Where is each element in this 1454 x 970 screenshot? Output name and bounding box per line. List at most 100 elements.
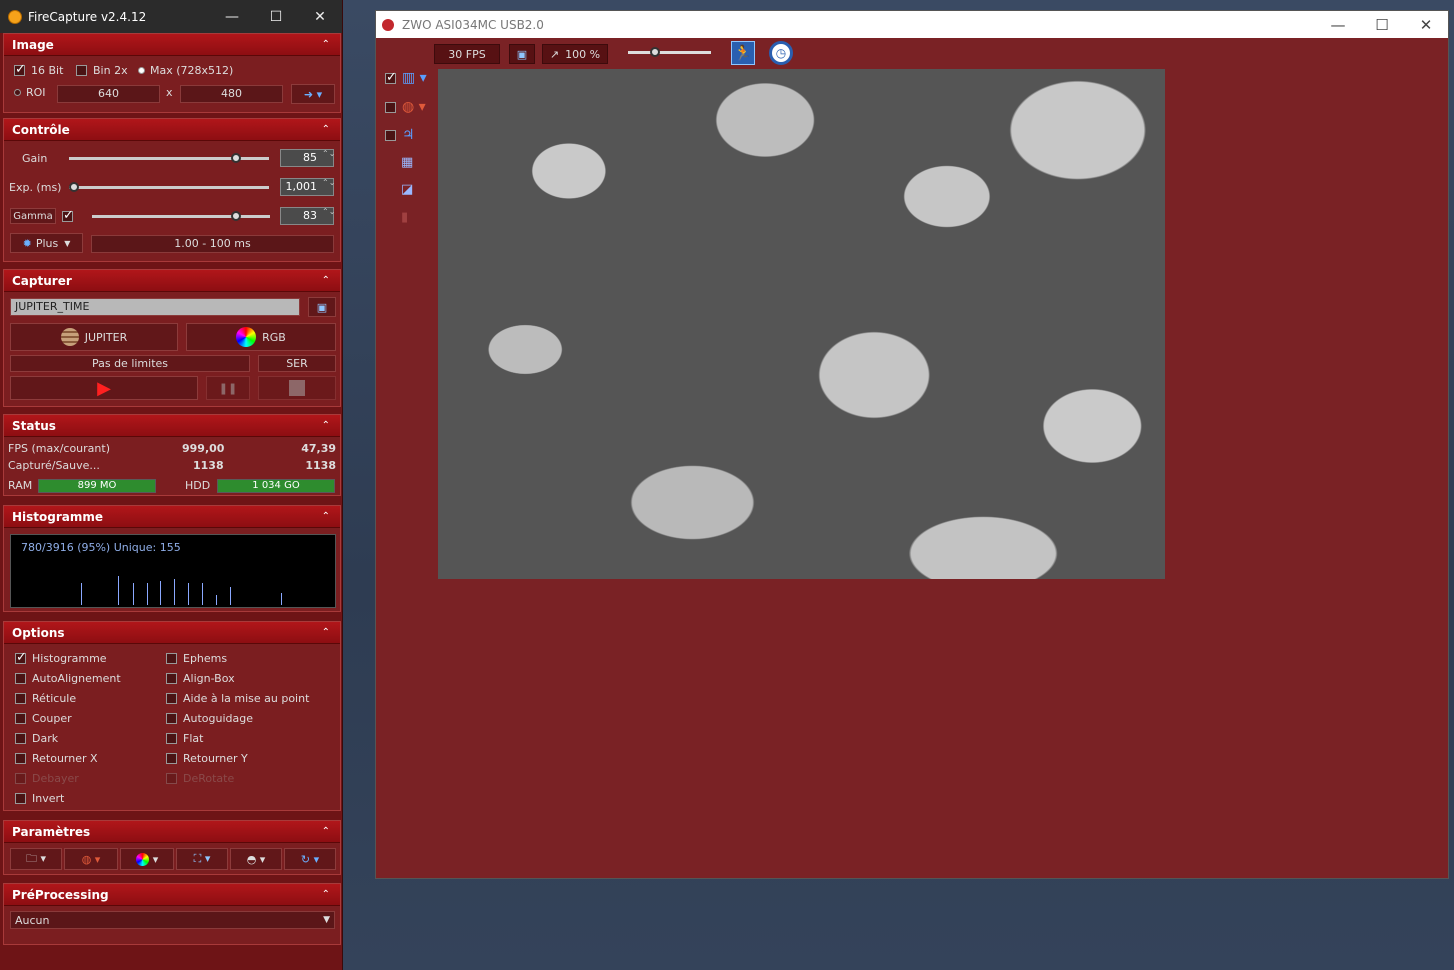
color-mode-button[interactable]: RGB (186, 323, 336, 351)
option-checkbox[interactable] (15, 733, 26, 744)
option-checkbox[interactable] (15, 753, 26, 764)
control-section-header[interactable]: Contrôle ⌃ (4, 119, 340, 141)
calculator-icon[interactable]: ▦ (401, 155, 413, 170)
option-checkbox[interactable] (166, 653, 177, 664)
close-button[interactable]: ✕ (1404, 16, 1448, 34)
option-checkbox[interactable] (166, 773, 177, 784)
plus-button[interactable]: ✹ Plus ▼ (10, 233, 83, 253)
gamma-checkbox[interactable] (62, 208, 74, 223)
option-flat[interactable]: Flat (166, 732, 203, 745)
option-couper[interactable]: Couper (15, 712, 72, 725)
planet-overlay-checkbox[interactable] (385, 101, 396, 113)
stop-button[interactable] (258, 376, 336, 400)
camera-button[interactable]: ▣ (308, 297, 336, 317)
exposure-input[interactable]: 1,001 (280, 178, 334, 196)
option-checkbox[interactable] (166, 693, 177, 704)
roi-radio[interactable] (14, 89, 21, 96)
limit-button[interactable]: Pas de limites (10, 355, 250, 372)
trash-icon[interactable]: ▮ (401, 210, 408, 225)
option-aide-la-mise-au-point[interactable]: Aide à la mise au point (166, 692, 309, 705)
fps-limit-button[interactable]: 30 FPS (434, 44, 500, 64)
option-histogramme[interactable]: Histogramme (15, 650, 107, 665)
collapse-icon[interactable]: ⌃ (322, 275, 330, 286)
pause-button[interactable]: ❚❚ (206, 376, 250, 400)
jupiter-symbol-icon[interactable]: ♃ (402, 127, 415, 143)
gain-slider-knob[interactable] (230, 153, 241, 163)
zoom-slider[interactable] (628, 47, 711, 57)
collapse-icon[interactable]: ⌃ (322, 124, 330, 135)
option-checkbox[interactable] (15, 673, 26, 684)
settings-profile-button[interactable]: 🗀 ▾ (10, 848, 62, 870)
option-checkbox[interactable] (166, 753, 177, 764)
collapse-icon[interactable]: ⌃ (322, 627, 330, 638)
option-checkbox[interactable] (15, 793, 26, 804)
histogram-overlay-checkbox[interactable] (385, 70, 397, 85)
option-align-box[interactable]: Align-Box (166, 672, 235, 685)
option-dark[interactable]: Dark (15, 732, 58, 745)
option-checkbox[interactable] (166, 713, 177, 724)
exposure-slider-knob[interactable] (69, 182, 79, 192)
option-retourner-x[interactable]: Retourner X (15, 752, 98, 765)
maximize-button[interactable]: ☐ (254, 9, 298, 25)
camera-preview-image[interactable] (438, 69, 1165, 579)
histogram-icon[interactable]: ▥ ▾ (402, 70, 427, 86)
gamma-input[interactable]: 83 (280, 207, 334, 225)
jupiter-overlay-checkbox[interactable] (385, 129, 396, 141)
display-button[interactable]: ▣ (509, 44, 535, 64)
option-r-ticule[interactable]: Réticule (15, 692, 76, 705)
exposure-slider[interactable] (69, 182, 269, 192)
capture-section-header[interactable]: Capturer ⌃ (4, 270, 340, 292)
option-checkbox[interactable] (15, 713, 26, 724)
format-button[interactable]: SER (258, 355, 336, 372)
max-radio[interactable] (138, 67, 145, 74)
gamma-slider[interactable] (92, 211, 270, 221)
collapse-icon[interactable]: ⌃ (322, 889, 330, 900)
maximize-button[interactable]: ☐ (1360, 16, 1404, 34)
chart-settings-button[interactable]: ⛶ ▾ (176, 848, 228, 870)
roi-apply-button[interactable]: ➜ ▾ (291, 84, 335, 104)
histogram-section-header[interactable]: Histogramme ⌃ (4, 506, 340, 528)
collapse-icon[interactable]: ⌃ (322, 420, 330, 431)
option-checkbox[interactable] (166, 733, 177, 744)
collapse-icon[interactable]: ⌃ (322, 39, 330, 50)
option-checkbox[interactable] (15, 773, 26, 784)
run-button[interactable]: 🏃 (731, 41, 755, 65)
options-section-header[interactable]: Options ⌃ (4, 622, 340, 644)
bin2x-checkbox[interactable] (76, 65, 87, 76)
minimize-button[interactable]: — (1316, 16, 1360, 34)
refresh-settings-button[interactable]: ↻ ▾ (284, 848, 336, 870)
option-invert[interactable]: Invert (15, 792, 64, 805)
parameters-section-header[interactable]: Paramètres ⌃ (4, 821, 340, 843)
folder-open-icon[interactable]: ◪ (401, 182, 413, 197)
planet-overlay-icon[interactable]: ◍ ▾ (402, 99, 426, 115)
gain-input[interactable]: 85 (280, 149, 334, 167)
color-settings-button[interactable]: ▾ (120, 848, 174, 870)
option-derotate[interactable]: DeRotate (166, 772, 234, 785)
preprocessing-section-header[interactable]: PréProcessing ⌃ (4, 884, 340, 906)
gamma-slider-knob[interactable] (231, 211, 242, 221)
close-button[interactable]: ✕ (298, 9, 342, 25)
roi-height-input[interactable]: 480 (180, 85, 283, 103)
gauge-settings-button[interactable]: ◓ ▾ (230, 848, 282, 870)
option-checkbox[interactable] (15, 693, 26, 704)
zoom-slider-knob[interactable] (649, 47, 660, 57)
option-retourner-y[interactable]: Retourner Y (166, 752, 248, 765)
collapse-icon[interactable]: ⌃ (322, 511, 330, 522)
history-button[interactable]: ◷ (769, 41, 793, 65)
planet-settings-button[interactable]: ◍ ▾ (64, 848, 118, 870)
profile-button[interactable]: JUPITER (10, 323, 178, 351)
option-debayer[interactable]: Debayer (15, 772, 79, 785)
option-ephems[interactable]: Ephems (166, 652, 227, 665)
record-button[interactable]: ▶ (10, 376, 198, 400)
minimize-button[interactable]: — (210, 9, 254, 25)
preprocessing-select[interactable]: Aucun ▼ (10, 911, 335, 929)
collapse-icon[interactable]: ⌃ (322, 826, 330, 837)
bit16-checkbox[interactable] (14, 62, 26, 77)
gain-slider[interactable] (69, 153, 269, 163)
roi-width-input[interactable]: 640 (57, 85, 160, 103)
gamma-button[interactable]: Gamma (10, 208, 56, 224)
zoom-button[interactable]: ↗ 100 % (542, 44, 608, 64)
capture-name-input[interactable]: JUPITER_TIME (10, 298, 300, 316)
option-checkbox[interactable] (166, 673, 177, 684)
status-section-header[interactable]: Status ⌃ (4, 415, 340, 437)
